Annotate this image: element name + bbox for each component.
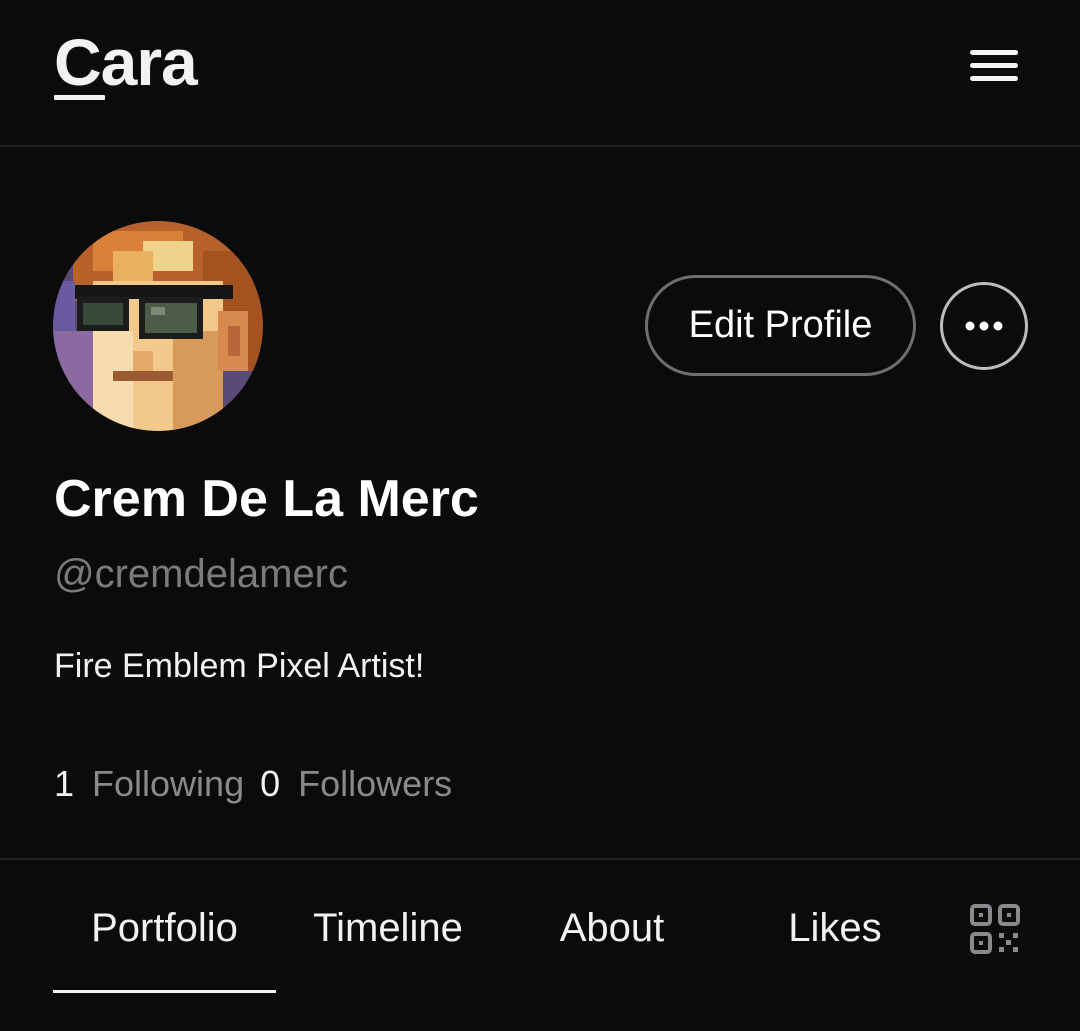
following-count: 1 bbox=[54, 763, 75, 804]
hamburger-menu-icon-bar bbox=[970, 75, 1018, 81]
tab-portfolio[interactable]: Portfolio bbox=[53, 900, 276, 956]
display-name: Crem De La Merc bbox=[54, 470, 479, 528]
tab-timeline[interactable]: Timeline bbox=[288, 900, 488, 956]
follow-stats: 1 Following 0 Followers bbox=[54, 760, 452, 808]
tab-about[interactable]: About bbox=[512, 900, 712, 956]
logo-underline bbox=[54, 95, 105, 100]
more-dots-icon bbox=[965, 321, 1003, 331]
qr-code-button[interactable] bbox=[969, 903, 1021, 955]
hamburger-menu-icon bbox=[970, 49, 1018, 55]
followers-link[interactable]: Followers bbox=[298, 760, 452, 808]
profile-bio: Fire Emblem Pixel Artist! bbox=[54, 647, 425, 685]
edit-profile-button[interactable]: Edit Profile bbox=[645, 275, 916, 376]
active-tab-indicator bbox=[53, 990, 276, 993]
following-link[interactable]: Following bbox=[92, 760, 244, 808]
cara-logo[interactable]: Cara bbox=[54, 22, 198, 102]
top-bar: Cara bbox=[0, 0, 1080, 147]
qr-code-icon bbox=[970, 904, 1020, 954]
hamburger-menu-button[interactable] bbox=[962, 40, 1026, 90]
followers-count: 0 bbox=[260, 763, 281, 804]
avatar[interactable] bbox=[53, 221, 263, 431]
profile-page: Cara Edit Profile Crem De La Merc @cremd… bbox=[0, 0, 1080, 1031]
tab-likes[interactable]: Likes bbox=[735, 900, 935, 956]
hamburger-menu-icon-bar bbox=[970, 62, 1018, 68]
profile-tabs: Portfolio Timeline About Likes bbox=[0, 858, 1080, 1031]
more-options-button[interactable] bbox=[940, 282, 1028, 370]
username-handle: @cremdelamerc bbox=[54, 552, 349, 596]
